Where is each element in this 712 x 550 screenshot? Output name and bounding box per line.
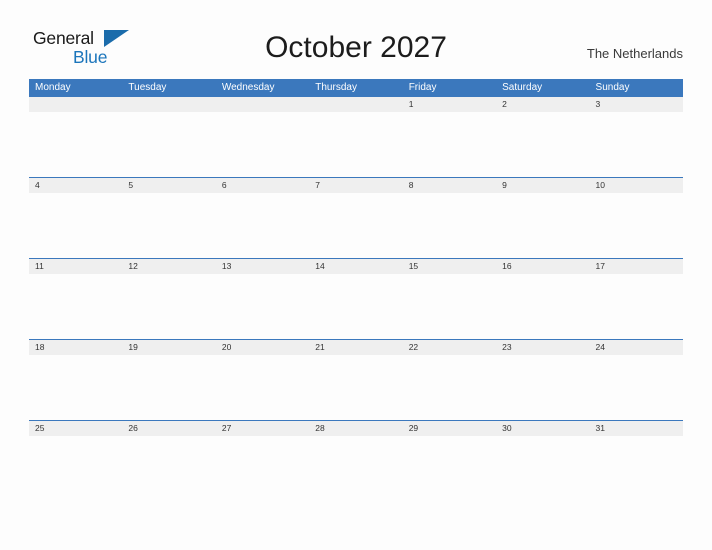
date-number[interactable] [309, 97, 402, 112]
weekday-header-tuesday: Tuesday [128, 82, 167, 93]
weekday-header-sunday: Sunday [595, 82, 630, 93]
calendar-week-row: 1 2 3 [29, 96, 683, 177]
date-number[interactable]: 12 [122, 259, 215, 274]
day-cell[interactable] [309, 355, 402, 420]
week-body-strip [29, 274, 683, 339]
date-number[interactable]: 22 [403, 340, 496, 355]
day-cell[interactable] [403, 274, 496, 339]
date-number[interactable]: 13 [216, 259, 309, 274]
date-number[interactable]: 26 [122, 421, 215, 436]
calendar-week-row: 25 26 27 28 29 30 31 [29, 420, 683, 501]
date-number[interactable]: 5 [122, 178, 215, 193]
day-cell[interactable] [309, 193, 402, 258]
day-cell[interactable] [590, 193, 683, 258]
date-number[interactable]: 11 [29, 259, 122, 274]
week-date-strip: 4 5 6 7 8 9 10 [29, 177, 683, 193]
date-number[interactable]: 31 [590, 421, 683, 436]
day-cell[interactable] [216, 355, 309, 420]
week-body-strip [29, 112, 683, 177]
date-number[interactable]: 15 [403, 259, 496, 274]
date-number[interactable]: 4 [29, 178, 122, 193]
week-body-strip [29, 355, 683, 420]
date-number[interactable]: 6 [216, 178, 309, 193]
week-date-strip: 11 12 13 14 15 16 17 [29, 258, 683, 274]
day-cell[interactable] [403, 193, 496, 258]
date-number[interactable]: 29 [403, 421, 496, 436]
date-number[interactable]: 8 [403, 178, 496, 193]
day-cell[interactable] [216, 274, 309, 339]
day-cell[interactable] [122, 193, 215, 258]
calendar-grid: Monday Tuesday Wednesday Thursday Friday… [29, 79, 683, 501]
calendar-week-row: 4 5 6 7 8 9 10 [29, 177, 683, 258]
date-number[interactable]: 25 [29, 421, 122, 436]
date-number[interactable]: 28 [309, 421, 402, 436]
day-cell[interactable] [309, 112, 402, 177]
day-cell[interactable] [29, 436, 122, 501]
date-number[interactable]: 23 [496, 340, 589, 355]
day-cell[interactable] [216, 436, 309, 501]
date-number[interactable]: 16 [496, 259, 589, 274]
date-number[interactable]: 9 [496, 178, 589, 193]
day-cell[interactable] [216, 193, 309, 258]
day-cell[interactable] [309, 274, 402, 339]
weekday-header-monday: Monday [35, 82, 71, 93]
page-header: General Blue October 2027 The Netherland… [0, 0, 712, 78]
date-number[interactable]: 14 [309, 259, 402, 274]
day-cell[interactable] [496, 112, 589, 177]
date-number[interactable]: 3 [590, 97, 683, 112]
day-cell[interactable] [496, 274, 589, 339]
date-number[interactable]: 24 [590, 340, 683, 355]
day-cell[interactable] [29, 112, 122, 177]
day-cell[interactable] [590, 274, 683, 339]
weekday-header-wednesday: Wednesday [221, 82, 275, 93]
date-number[interactable] [122, 97, 215, 112]
week-body-strip [29, 436, 683, 501]
day-cell[interactable] [403, 436, 496, 501]
day-cell[interactable] [29, 193, 122, 258]
day-cell[interactable] [309, 436, 402, 501]
weekday-header-row: Monday Tuesday Wednesday Thursday Friday… [29, 79, 683, 96]
day-cell[interactable] [29, 274, 122, 339]
day-cell[interactable] [496, 355, 589, 420]
date-number[interactable]: 20 [216, 340, 309, 355]
calendar-week-row: 11 12 13 14 15 16 17 [29, 258, 683, 339]
day-cell[interactable] [122, 436, 215, 501]
date-number[interactable]: 7 [309, 178, 402, 193]
week-body-strip [29, 193, 683, 258]
date-number[interactable]: 17 [590, 259, 683, 274]
date-number[interactable]: 27 [216, 421, 309, 436]
weekday-header-thursday: Thursday [315, 82, 357, 93]
day-cell[interactable] [496, 436, 589, 501]
date-number[interactable]: 18 [29, 340, 122, 355]
weekday-header-friday: Friday [408, 82, 437, 93]
day-cell[interactable] [122, 112, 215, 177]
date-number[interactable] [29, 97, 122, 112]
day-cell[interactable] [496, 193, 589, 258]
day-cell[interactable] [590, 112, 683, 177]
day-cell[interactable] [403, 355, 496, 420]
day-cell[interactable] [122, 274, 215, 339]
week-date-strip: 18 19 20 21 22 23 24 [29, 339, 683, 355]
day-cell[interactable] [403, 112, 496, 177]
date-number[interactable]: 1 [403, 97, 496, 112]
day-cell[interactable] [216, 112, 309, 177]
date-number[interactable]: 30 [496, 421, 589, 436]
weekday-header-saturday: Saturday [502, 82, 543, 93]
day-cell[interactable] [122, 355, 215, 420]
day-cell[interactable] [590, 355, 683, 420]
week-date-strip: 1 2 3 [29, 96, 683, 112]
date-number[interactable]: 19 [122, 340, 215, 355]
region-label: The Netherlands [586, 46, 683, 61]
week-date-strip: 25 26 27 28 29 30 31 [29, 420, 683, 436]
date-number[interactable] [216, 97, 309, 112]
day-cell[interactable] [590, 436, 683, 501]
calendar-page: General Blue October 2027 The Netherland… [0, 0, 712, 550]
date-number[interactable]: 10 [590, 178, 683, 193]
calendar-week-row: 18 19 20 21 22 23 24 [29, 339, 683, 420]
date-number[interactable]: 2 [496, 97, 589, 112]
day-cell[interactable] [29, 355, 122, 420]
date-number[interactable]: 21 [309, 340, 402, 355]
